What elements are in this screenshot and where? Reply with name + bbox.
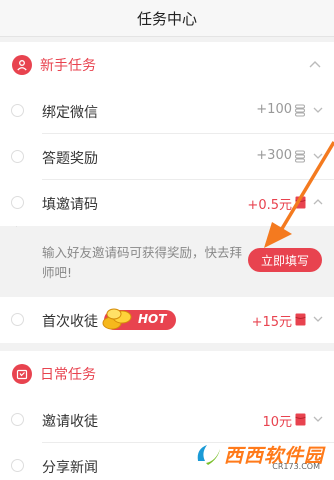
task-label: 答题奖励: [42, 151, 98, 167]
timeline-dot: [11, 313, 24, 326]
watermark-emblem-icon: [197, 445, 220, 465]
chevron-down-icon[interactable]: [312, 414, 324, 424]
task-label: 首次收徒: [42, 314, 98, 330]
invite-description: 输入好友邀请码可获得奖励，快去拜师吧!: [42, 245, 243, 280]
task-label: 绑定微信: [42, 105, 98, 121]
chevron-down-icon[interactable]: [312, 105, 324, 115]
gold-coins-icon: [102, 308, 132, 330]
section-title: 日常任务: [40, 367, 96, 383]
section-header-newbie[interactable]: 新手任务: [0, 42, 334, 88]
timeline-dot: [11, 459, 24, 472]
task-row-bind-wechat[interactable]: 绑定微信 +100: [0, 88, 334, 134]
task-label: 邀请收徒: [42, 414, 98, 430]
watermark-logo: 西西软件园 CR173.COM: [194, 440, 324, 471]
red-envelope-icon: [295, 313, 306, 326]
chevron-down-icon[interactable]: [312, 314, 324, 324]
timeline-dot: [11, 150, 24, 163]
hot-label: HOT: [138, 312, 167, 326]
red-envelope-icon: [295, 413, 306, 426]
task-reward: +15元: [251, 315, 292, 330]
timeline-dot: [11, 104, 24, 117]
timeline-dot: [11, 413, 24, 426]
fill-now-button[interactable]: 立即填写: [248, 248, 322, 272]
task-row-invite-apprentice[interactable]: 邀请收徒 10元: [0, 397, 334, 443]
calendar-icon: [12, 364, 32, 384]
section-title: 新手任务: [40, 58, 96, 74]
timeline-dot: [11, 196, 24, 209]
coin-stack-icon: [295, 104, 305, 117]
hot-badge: HOT: [102, 308, 176, 330]
section-header-daily[interactable]: 日常任务: [0, 351, 334, 397]
task-label: 分享新闻: [42, 460, 98, 476]
top-bar: 任务中心: [0, 0, 334, 37]
arrow-annotation: [264, 141, 334, 248]
page-title: 任务中心: [136, 9, 197, 28]
task-reward: 10元: [262, 415, 292, 430]
chevron-up-icon[interactable]: [308, 58, 322, 72]
watermark-subtext: CR173.COM: [272, 462, 320, 471]
task-label: 填邀请码: [42, 197, 98, 213]
task-reward: +100: [256, 102, 292, 117]
user-icon: [12, 55, 32, 75]
